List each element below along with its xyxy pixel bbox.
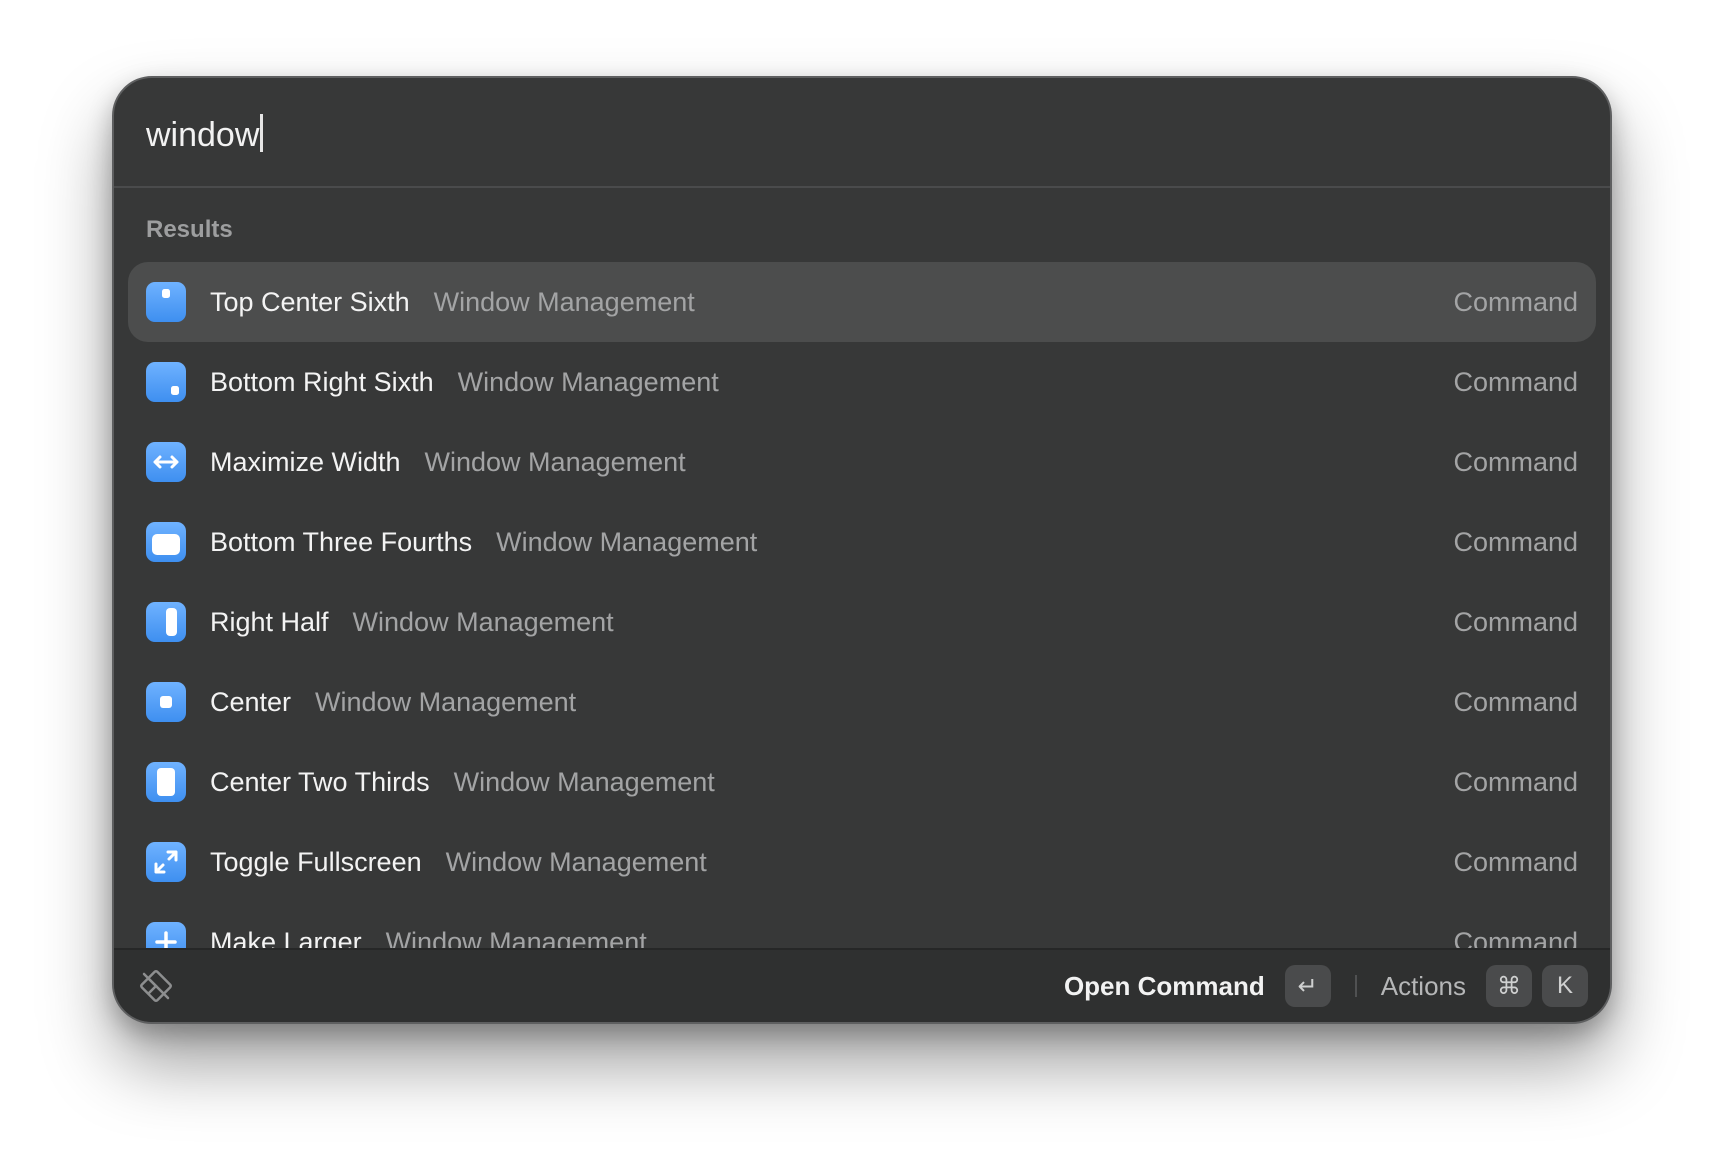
result-kind: Command (1453, 286, 1578, 317)
return-key-badge: ↵ (1284, 965, 1331, 1007)
result-title: Center (210, 686, 292, 717)
result-row-top-center-sixth[interactable]: Top Center Sixth Window Management Comman… (128, 262, 1596, 342)
result-row-center-two-thirds[interactable]: Center Two Thirds Window Management Comma… (128, 742, 1596, 822)
result-row-bottom-three-fourths[interactable]: Bottom Three Fourths Window Management Co… (128, 502, 1596, 582)
result-subtitle: Window Management (433, 286, 695, 317)
result-kind: Command (1453, 926, 1578, 951)
center-icon (146, 682, 186, 722)
result-kind: Command (1453, 686, 1578, 717)
center-two-thirds-icon (146, 762, 186, 802)
make-larger-icon (146, 922, 186, 950)
result-title: Maximize Width (210, 446, 401, 477)
results-list[interactable]: Top Center Sixth Window Management Comman… (128, 262, 1596, 950)
raycast-logo-icon[interactable] (136, 966, 176, 1006)
result-title: Make Larger (210, 926, 362, 951)
text-caret (260, 114, 264, 152)
result-kind: Command (1453, 366, 1578, 397)
result-subtitle: Window Management (385, 926, 647, 951)
result-subtitle: Window Management (496, 526, 758, 557)
bottom-three-fourths-icon (146, 522, 186, 562)
search-query: window (146, 116, 260, 154)
search-bar[interactable]: window (114, 78, 1610, 188)
command-key-badge: ⌘ (1486, 965, 1532, 1007)
open-command-button[interactable]: Open Command (1064, 971, 1265, 1002)
result-subtitle: Window Management (424, 446, 686, 477)
result-kind: Command (1453, 766, 1578, 797)
footer-divider (1354, 975, 1357, 997)
search-input[interactable]: window (146, 114, 264, 155)
result-subtitle: Window Management (315, 686, 577, 717)
result-kind: Command (1453, 446, 1578, 477)
maximize-width-icon (146, 442, 186, 482)
footer-actions: Open Command ↵ Actions ⌘ K (1064, 950, 1588, 1022)
result-row-center[interactable]: Center Window Management Command (128, 662, 1596, 742)
result-row-bottom-right-sixth[interactable]: Bottom Right Sixth Window Management Comm… (128, 342, 1596, 422)
result-kind: Command (1453, 526, 1578, 557)
top-center-sixth-icon (146, 282, 186, 322)
result-title: Bottom Three Fourths (210, 526, 473, 557)
result-row-make-larger[interactable]: Make Larger Window Management Command (128, 902, 1596, 950)
result-kind: Command (1453, 846, 1578, 877)
launcher-window: window Results Top Center Sixth Window Ma… (112, 76, 1612, 1024)
right-half-icon (146, 602, 186, 642)
result-title: Bottom Right Sixth (210, 366, 434, 397)
result-row-right-half[interactable]: Right Half Window Management Command (128, 582, 1596, 662)
k-key-badge: K (1542, 965, 1588, 1007)
result-subtitle: Window Management (457, 366, 719, 397)
result-row-maximize-width[interactable]: Maximize Width Window Management Command (128, 422, 1596, 502)
results-section-title: Results (146, 216, 233, 243)
result-title: Toggle Fullscreen (210, 846, 422, 877)
result-subtitle: Window Management (352, 606, 614, 637)
bottom-right-sixth-icon (146, 362, 186, 402)
result-subtitle: Window Management (453, 766, 715, 797)
toggle-fullscreen-icon (146, 842, 186, 882)
action-bar: Open Command ↵ Actions ⌘ K (114, 948, 1610, 1022)
result-row-toggle-fullscreen[interactable]: Toggle Fullscreen Window Management Comma… (128, 822, 1596, 902)
result-title: Right Half (210, 606, 329, 637)
result-title: Center Two Thirds (210, 766, 430, 797)
result-kind: Command (1453, 606, 1578, 637)
result-title: Top Center Sixth (210, 286, 410, 317)
actions-button[interactable]: Actions (1381, 971, 1466, 1002)
result-subtitle: Window Management (445, 846, 707, 877)
